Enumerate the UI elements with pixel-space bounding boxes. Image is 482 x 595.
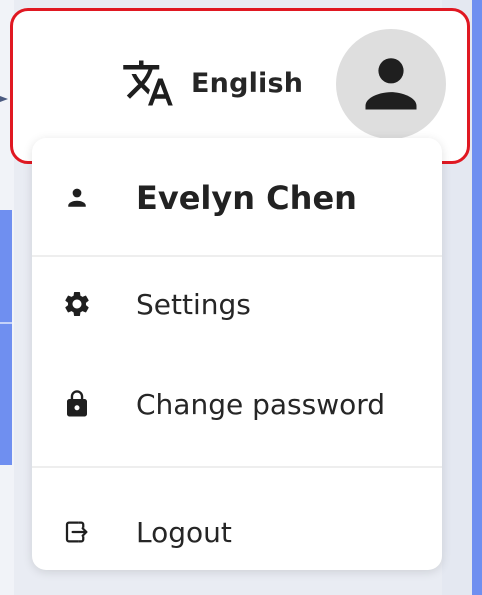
user-name-label: Evelyn Chen	[136, 179, 357, 217]
gear-icon	[60, 287, 94, 321]
change-password-label: Change password	[136, 387, 386, 421]
logout-label: Logout	[136, 515, 232, 549]
right-blue-panel	[472, 0, 482, 595]
avatar-button[interactable]	[336, 29, 446, 139]
left-blue-panel	[0, 210, 12, 465]
menu-divider	[32, 466, 442, 468]
language-button[interactable]: English	[121, 55, 303, 111]
menu-item-user-profile[interactable]: Evelyn Chen	[32, 168, 442, 228]
language-label: English	[191, 67, 304, 99]
person-icon	[60, 181, 94, 215]
left-blue-divider	[0, 322, 12, 324]
menu-divider	[32, 255, 442, 257]
settings-label: Settings	[136, 287, 251, 321]
pointer-arrow-icon	[0, 96, 8, 102]
translate-icon	[123, 60, 173, 106]
menu-item-logout[interactable]: Logout	[32, 502, 442, 562]
person-icon	[365, 58, 417, 110]
lock-icon	[60, 387, 94, 421]
user-dropdown-menu: Evelyn Chen Settings Change password Log…	[32, 138, 442, 570]
menu-item-settings[interactable]: Settings	[32, 274, 442, 334]
menu-item-change-password[interactable]: Change password	[32, 374, 442, 434]
logout-icon	[60, 515, 94, 549]
